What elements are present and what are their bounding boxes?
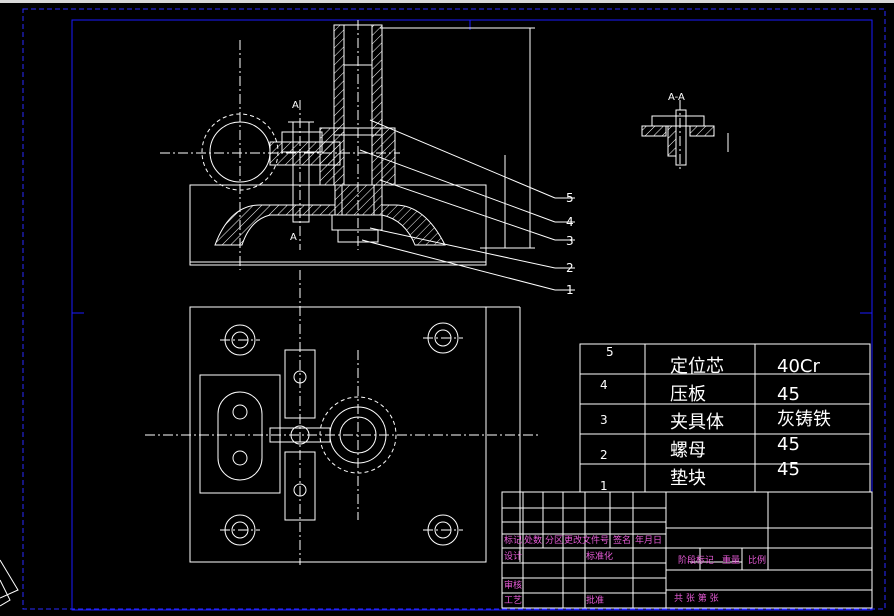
- bom-row-2: 2 螺母 45: [600, 434, 800, 462]
- title-cell-approve: 批准: [586, 594, 604, 606]
- section-a-a-view: [641, 100, 729, 170]
- bom-name: 压板: [670, 384, 706, 405]
- leader-label-1: 1: [566, 283, 574, 297]
- leader-label-5: 5: [566, 191, 574, 205]
- title-cell-zone: 分区: [545, 535, 563, 546]
- bom-material: 40Cr: [777, 356, 820, 377]
- title-cell-review: 审核: [504, 579, 522, 591]
- bom-row-3: 3 夹具体 灰铸铁: [600, 409, 831, 433]
- bom-row-4: 4 压板 45: [600, 378, 800, 405]
- leader-label-2: 2: [566, 261, 574, 275]
- cut-label-bottom: A: [290, 232, 297, 243]
- bom-name: 定位芯: [670, 356, 724, 377]
- bom-no: 3: [600, 413, 608, 427]
- title-cell-scale: 比例: [748, 554, 766, 566]
- title-cell-change-doc: 更改文件号: [564, 534, 609, 546]
- title-cell-standard: 标准化: [586, 550, 613, 562]
- bom-name: 垫块: [670, 468, 706, 489]
- leader-label-4: 4: [566, 215, 574, 229]
- title-cell-stage-mark: 阶段标记: [678, 554, 714, 566]
- title-cell-process: 工艺: [504, 595, 522, 606]
- window-top-strip: [0, 0, 894, 3]
- front-view: [160, 20, 575, 291]
- bom-name: 夹具体: [670, 412, 724, 433]
- bom-row-5: 5 定位芯 40Cr: [606, 345, 820, 377]
- title-cell-mark: 标记: [504, 534, 522, 546]
- bom-name: 螺母: [670, 440, 706, 461]
- leader-label-3: 3: [566, 234, 574, 248]
- bom-material: 灰铸铁: [777, 409, 831, 430]
- title-cell-design: 设计: [504, 550, 522, 562]
- ucs-icon: [0, 559, 19, 607]
- bom-no: 4: [600, 378, 608, 392]
- bom-material: 45: [777, 459, 800, 480]
- title-cell-date: 年月日: [635, 534, 662, 546]
- section-label: A-A: [668, 92, 685, 103]
- bom-no: 1: [600, 479, 608, 493]
- bom-material: 45: [777, 434, 800, 455]
- bom-no: 2: [600, 448, 608, 462]
- bom-material: 45: [777, 384, 800, 405]
- bom-no: 5: [606, 345, 614, 359]
- top-view: [145, 270, 540, 565]
- title-cell-weight: 重量: [722, 554, 740, 566]
- title-block: [501, 491, 873, 609]
- title-cell-signature: 签名: [613, 534, 631, 546]
- title-cell-sheets: 共 张 第 张: [674, 592, 719, 604]
- title-cell-count: 处数: [524, 534, 542, 546]
- cad-drawing-canvas[interactable]: A A 5 4 3 2 1 A-A 5 定位芯 40Cr 4 压板 45 3 夹…: [0, 0, 894, 616]
- cut-label-top: A: [292, 100, 299, 111]
